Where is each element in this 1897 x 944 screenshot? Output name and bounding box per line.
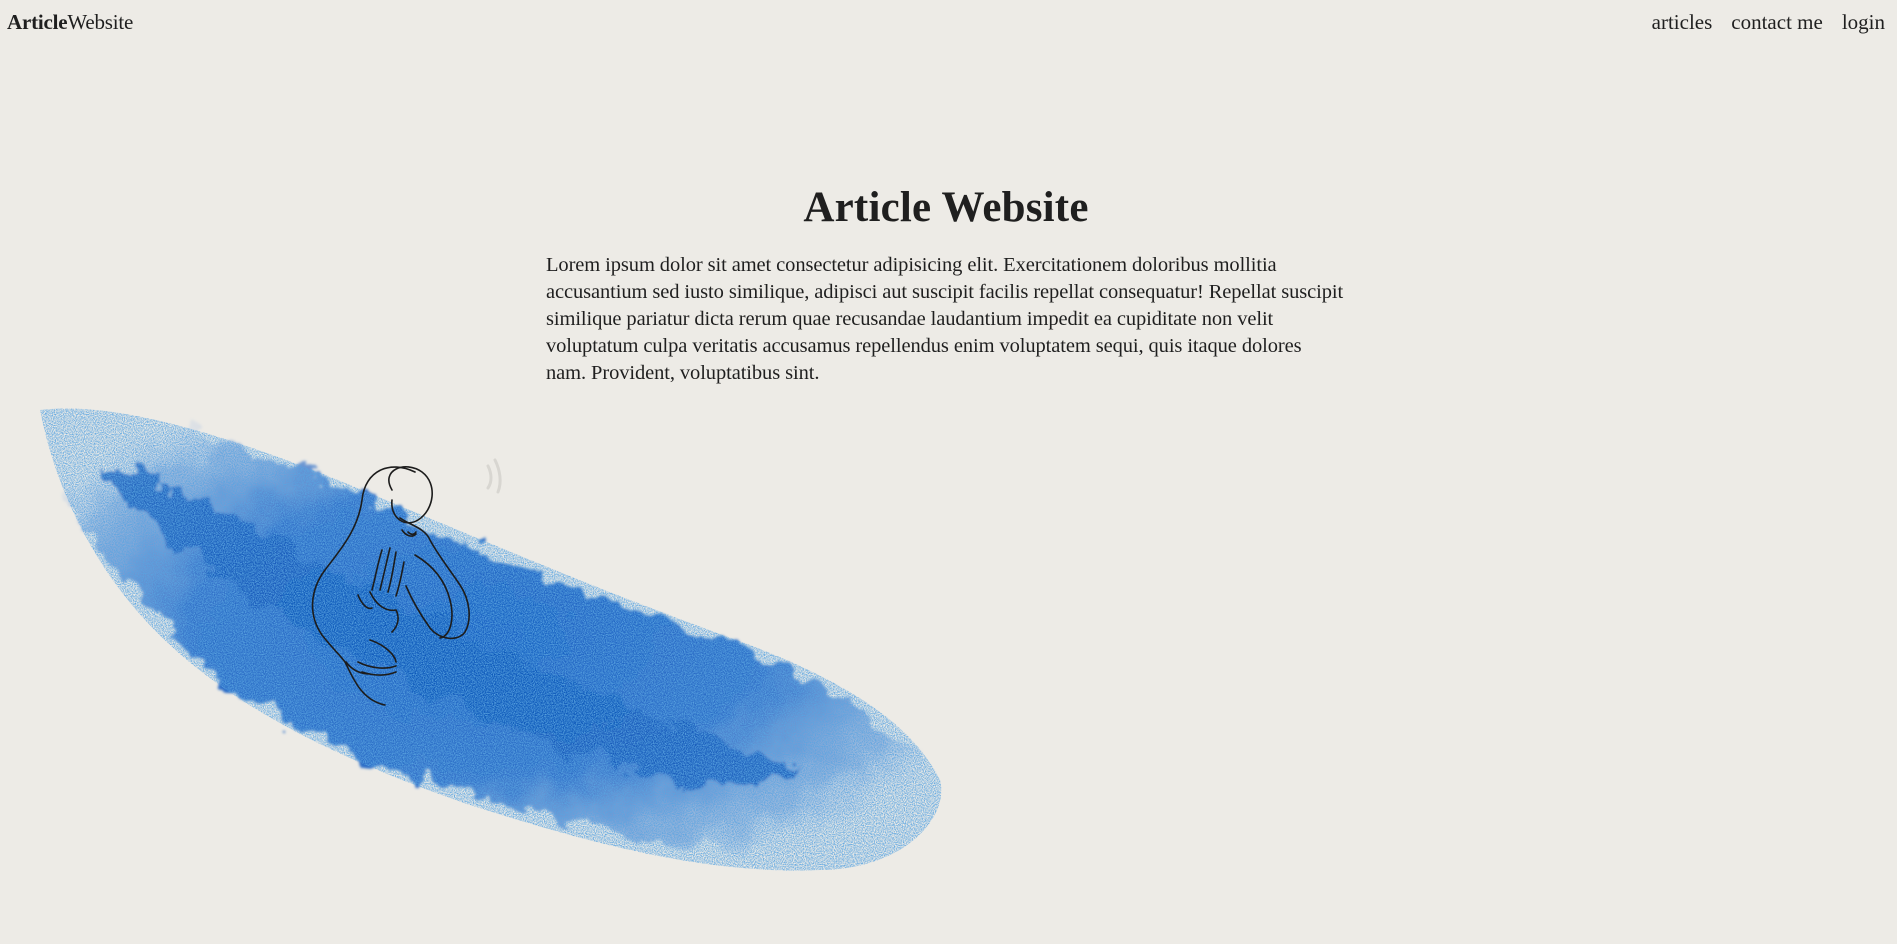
top-nav: articles contact me login: [1652, 10, 1885, 35]
site-logo[interactable]: ArticleWebsite: [7, 10, 133, 35]
logo-regular-text: Website: [67, 10, 134, 34]
logo-bold-text: Article: [7, 10, 68, 34]
nav-link-contact-me[interactable]: contact me: [1731, 10, 1823, 35]
nav-link-articles[interactable]: articles: [1652, 10, 1713, 35]
watercolor-illustration: [40, 408, 942, 871]
hero-title: Article Website: [803, 184, 1089, 231]
nav-link-login[interactable]: login: [1842, 10, 1885, 35]
page: ArticleWebsite articles contact me login…: [0, 0, 1897, 944]
hero-paragraph: Lorem ipsum dolor sit amet consectetur a…: [546, 254, 1344, 384]
